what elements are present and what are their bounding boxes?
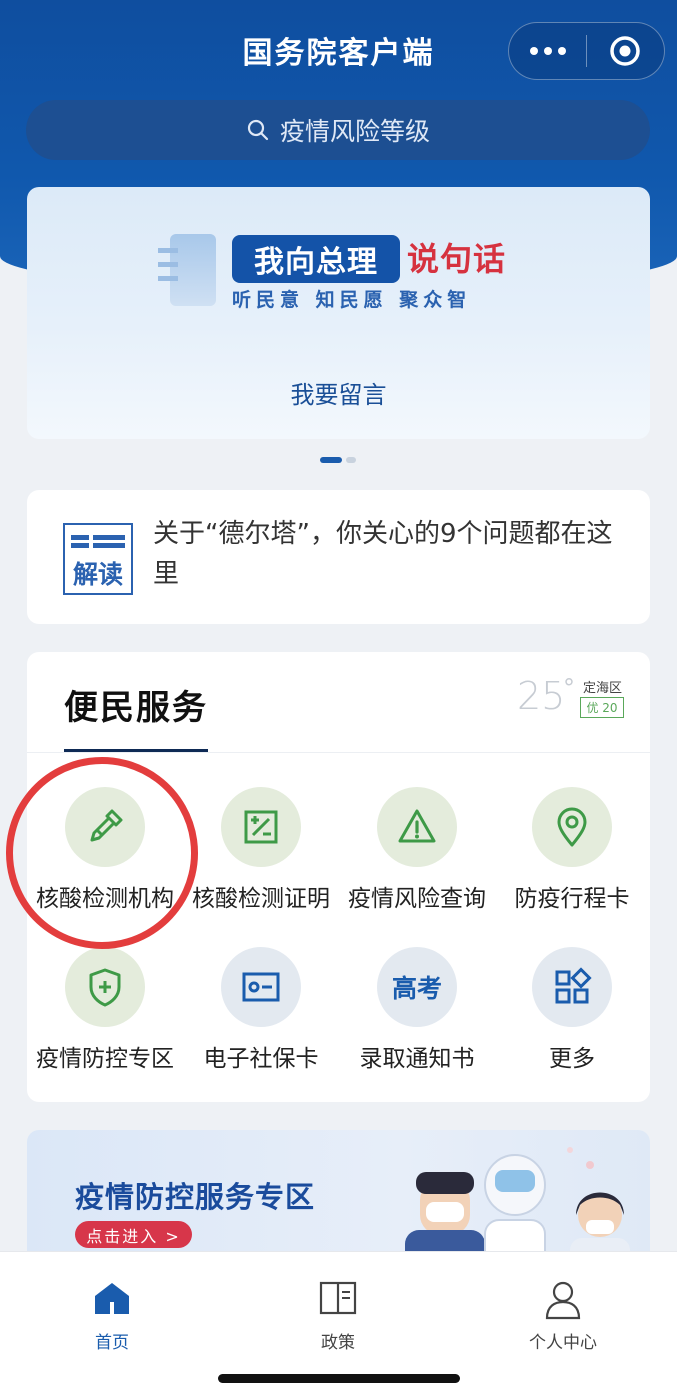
home-icon — [95, 1283, 129, 1314]
message-premier-banner[interactable]: 我向总理 说句话 听民意 知民愿 聚众智 我要留言 — [27, 187, 650, 439]
services-divider — [27, 752, 650, 753]
id-card-icon — [221, 947, 301, 1027]
banner-tag-blue: 我向总理 — [232, 235, 400, 283]
target-icon — [610, 36, 641, 66]
user-icon — [545, 1281, 581, 1320]
tab-policy[interactable]: 政策 — [278, 1280, 398, 1353]
more-options-button[interactable] — [509, 23, 586, 79]
search-icon — [247, 119, 269, 141]
location-pin-icon — [532, 787, 612, 867]
weather-degree: ° — [563, 674, 575, 702]
warning-icon — [377, 787, 457, 867]
news-headline: 关于“德尔塔”，你关心的9个问题都在这里 — [153, 519, 613, 589]
service-travel-card[interactable]: 防疫行程卡 — [494, 787, 650, 913]
service-more[interactable]: 更多 — [494, 947, 650, 1073]
search-placeholder: 疫情风险等级 — [279, 117, 430, 146]
promo-title: 疫情防控服务专区 — [75, 1180, 316, 1214]
carousel-indicator — [320, 457, 356, 463]
promo-illustration — [405, 1147, 630, 1260]
tab-personal-center[interactable]: 个人中心 — [503, 1280, 623, 1353]
book-icon — [319, 1281, 357, 1315]
promo-enter-button[interactable]: 点击进入 > — [75, 1221, 192, 1248]
leave-message-link[interactable]: 我要留言 — [27, 375, 650, 410]
tab-home[interactable]: 首页 — [52, 1280, 172, 1353]
home-indicator — [218, 1374, 460, 1383]
search-bar[interactable]: 疫情风险等级 — [26, 100, 650, 160]
certificate-icon — [221, 787, 301, 867]
close-program-button[interactable] — [587, 23, 664, 79]
service-epidemic-zone[interactable]: 疫情防控专区 — [27, 947, 183, 1073]
service-nucleic-test-certificate[interactable]: 核酸检测证明 — [183, 787, 339, 913]
mini-program-capsule — [508, 22, 665, 80]
epidemic-service-promo[interactable]: 疫情防控服务专区 点击进入 > — [27, 1130, 650, 1260]
news-card[interactable]: 解读 关于“德尔塔”，你关心的9个问题都在这里 — [27, 490, 650, 624]
grid-icon — [532, 947, 612, 1027]
gaokao-icon: 高考 — [377, 947, 457, 1027]
document-icon — [158, 234, 216, 306]
banner-slogan: 听民意 知民愿 聚众智 — [232, 289, 472, 311]
services-title: 便民服务 — [64, 688, 208, 728]
service-risk-query[interactable]: 疫情风险查询 — [339, 787, 495, 913]
shield-plus-icon — [65, 947, 145, 1027]
banner-tag-red: 说句话 — [407, 240, 507, 278]
air-quality-badge: 优 20 — [580, 697, 624, 718]
interpretation-icon: 解读 — [63, 523, 133, 595]
weather-temperature: 25 — [517, 674, 566, 718]
service-admission-letter[interactable]: 高考 录取通知书 — [339, 947, 495, 1073]
weather-district: 定海区 — [583, 681, 623, 696]
service-social-security-card[interactable]: 电子社保卡 — [183, 947, 339, 1073]
